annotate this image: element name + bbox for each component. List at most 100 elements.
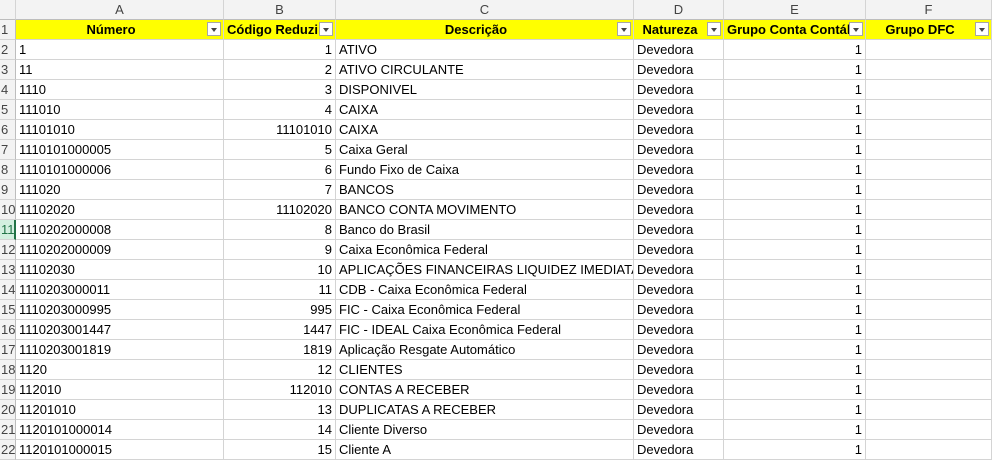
filter-dropdown-icon[interactable] — [319, 22, 333, 36]
cell-numero[interactable]: 1110202000009 — [16, 240, 224, 260]
cell-grupo-dfc[interactable] — [866, 420, 992, 440]
filter-dropdown-icon[interactable] — [617, 22, 631, 36]
cell-descricao[interactable]: CAIXA — [336, 120, 634, 140]
column-header-e[interactable]: E — [724, 0, 866, 20]
cell-descricao[interactable]: ATIVO CIRCULANTE — [336, 60, 634, 80]
cell-descricao[interactable]: Banco do Brasil — [336, 220, 634, 240]
row-header[interactable]: 15 — [0, 300, 16, 320]
cell-codigo-reduzido[interactable]: 11 — [224, 280, 336, 300]
cell-numero[interactable]: 1110203001447 — [16, 320, 224, 340]
row-header[interactable]: 12 — [0, 240, 16, 260]
cell-numero[interactable]: 1110 — [16, 80, 224, 100]
cell-codigo-reduzido[interactable]: 14 — [224, 420, 336, 440]
cell-codigo-reduzido[interactable]: 1447 — [224, 320, 336, 340]
cell-numero[interactable]: 1120101000015 — [16, 440, 224, 460]
cell-grupo-dfc[interactable] — [866, 400, 992, 420]
cell-grupo-conta[interactable]: 1 — [724, 160, 866, 180]
cell-natureza[interactable]: Devedora — [634, 40, 724, 60]
cell-grupo-dfc[interactable] — [866, 240, 992, 260]
column-header-c[interactable]: C — [336, 0, 634, 20]
cell-grupo-dfc[interactable] — [866, 120, 992, 140]
cell-descricao[interactable]: DUPLICATAS A RECEBER — [336, 400, 634, 420]
cell-natureza[interactable]: Devedora — [634, 280, 724, 300]
cell-grupo-conta[interactable]: 1 — [724, 200, 866, 220]
header-grupo-dfc[interactable]: Grupo DFC — [866, 20, 992, 40]
header-natureza[interactable]: Natureza — [634, 20, 724, 40]
cell-grupo-conta[interactable]: 1 — [724, 240, 866, 260]
cell-descricao[interactable]: CLIENTES — [336, 360, 634, 380]
row-header[interactable]: 5 — [0, 100, 16, 120]
row-header[interactable]: 10 — [0, 200, 16, 220]
select-all-corner[interactable] — [0, 0, 16, 20]
cell-natureza[interactable]: Devedora — [634, 260, 724, 280]
row-header[interactable]: 8 — [0, 160, 16, 180]
column-header-d[interactable]: D — [634, 0, 724, 20]
cell-grupo-conta[interactable]: 1 — [724, 120, 866, 140]
cell-grupo-conta[interactable]: 1 — [724, 180, 866, 200]
cell-descricao[interactable]: FIC - IDEAL Caixa Econômica Federal — [336, 320, 634, 340]
cell-codigo-reduzido[interactable]: 995 — [224, 300, 336, 320]
cell-grupo-dfc[interactable] — [866, 300, 992, 320]
cell-codigo-reduzido[interactable]: 7 — [224, 180, 336, 200]
row-header[interactable]: 14 — [0, 280, 16, 300]
cell-codigo-reduzido[interactable]: 2 — [224, 60, 336, 80]
filter-dropdown-icon[interactable] — [975, 22, 989, 36]
cell-grupo-conta[interactable]: 1 — [724, 440, 866, 460]
cell-grupo-conta[interactable]: 1 — [724, 220, 866, 240]
cell-numero[interactable]: 11201010 — [16, 400, 224, 420]
cell-natureza[interactable]: Devedora — [634, 160, 724, 180]
cell-descricao[interactable]: CONTAS A RECEBER — [336, 380, 634, 400]
cell-codigo-reduzido[interactable]: 8 — [224, 220, 336, 240]
cell-natureza[interactable]: Devedora — [634, 400, 724, 420]
column-header-f[interactable]: F — [866, 0, 992, 20]
cell-natureza[interactable]: Devedora — [634, 60, 724, 80]
cell-descricao[interactable]: DISPONIVEL — [336, 80, 634, 100]
cell-grupo-conta[interactable]: 1 — [724, 280, 866, 300]
cell-natureza[interactable]: Devedora — [634, 440, 724, 460]
filter-dropdown-icon[interactable] — [849, 22, 863, 36]
cell-numero[interactable]: 111020 — [16, 180, 224, 200]
cell-grupo-dfc[interactable] — [866, 60, 992, 80]
cell-grupo-dfc[interactable] — [866, 180, 992, 200]
cell-descricao[interactable]: FIC - Caixa Econômica Federal — [336, 300, 634, 320]
cell-numero[interactable]: 1120101000014 — [16, 420, 224, 440]
cell-codigo-reduzido[interactable]: 1819 — [224, 340, 336, 360]
row-header[interactable]: 18 — [0, 360, 16, 380]
cell-numero[interactable]: 1110101000006 — [16, 160, 224, 180]
cell-numero[interactable]: 1110101000005 — [16, 140, 224, 160]
cell-grupo-dfc[interactable] — [866, 80, 992, 100]
row-header[interactable]: 7 — [0, 140, 16, 160]
cell-natureza[interactable]: Devedora — [634, 100, 724, 120]
cell-grupo-dfc[interactable] — [866, 100, 992, 120]
cell-grupo-conta[interactable]: 1 — [724, 380, 866, 400]
cell-numero[interactable]: 1 — [16, 40, 224, 60]
cell-codigo-reduzido[interactable]: 10 — [224, 260, 336, 280]
cell-codigo-reduzido[interactable]: 4 — [224, 100, 336, 120]
row-header[interactable]: 6 — [0, 120, 16, 140]
cell-grupo-conta[interactable]: 1 — [724, 360, 866, 380]
cell-codigo-reduzido[interactable]: 11101010 — [224, 120, 336, 140]
cell-grupo-dfc[interactable] — [866, 380, 992, 400]
cell-descricao[interactable]: CDB - Caixa Econômica Federal — [336, 280, 634, 300]
cell-numero[interactable]: 11 — [16, 60, 224, 80]
cell-natureza[interactable]: Devedora — [634, 320, 724, 340]
cell-codigo-reduzido[interactable]: 5 — [224, 140, 336, 160]
header-grupo-conta[interactable]: Grupo Conta Contál — [724, 20, 866, 40]
cell-natureza[interactable]: Devedora — [634, 240, 724, 260]
cell-natureza[interactable]: Devedora — [634, 300, 724, 320]
cell-grupo-dfc[interactable] — [866, 280, 992, 300]
cell-natureza[interactable]: Devedora — [634, 80, 724, 100]
cell-grupo-conta[interactable]: 1 — [724, 300, 866, 320]
cell-natureza[interactable]: Devedora — [634, 220, 724, 240]
cell-descricao[interactable]: Cliente Diverso — [336, 420, 634, 440]
cell-descricao[interactable]: ATIVO — [336, 40, 634, 60]
row-header[interactable]: 19 — [0, 380, 16, 400]
cell-numero[interactable]: 1120 — [16, 360, 224, 380]
row-header[interactable]: 21 — [0, 420, 16, 440]
cell-grupo-dfc[interactable] — [866, 440, 992, 460]
cell-grupo-dfc[interactable] — [866, 40, 992, 60]
cell-grupo-conta[interactable]: 1 — [724, 340, 866, 360]
cell-descricao[interactable]: Cliente A — [336, 440, 634, 460]
cell-grupo-dfc[interactable] — [866, 320, 992, 340]
cell-natureza[interactable]: Devedora — [634, 120, 724, 140]
